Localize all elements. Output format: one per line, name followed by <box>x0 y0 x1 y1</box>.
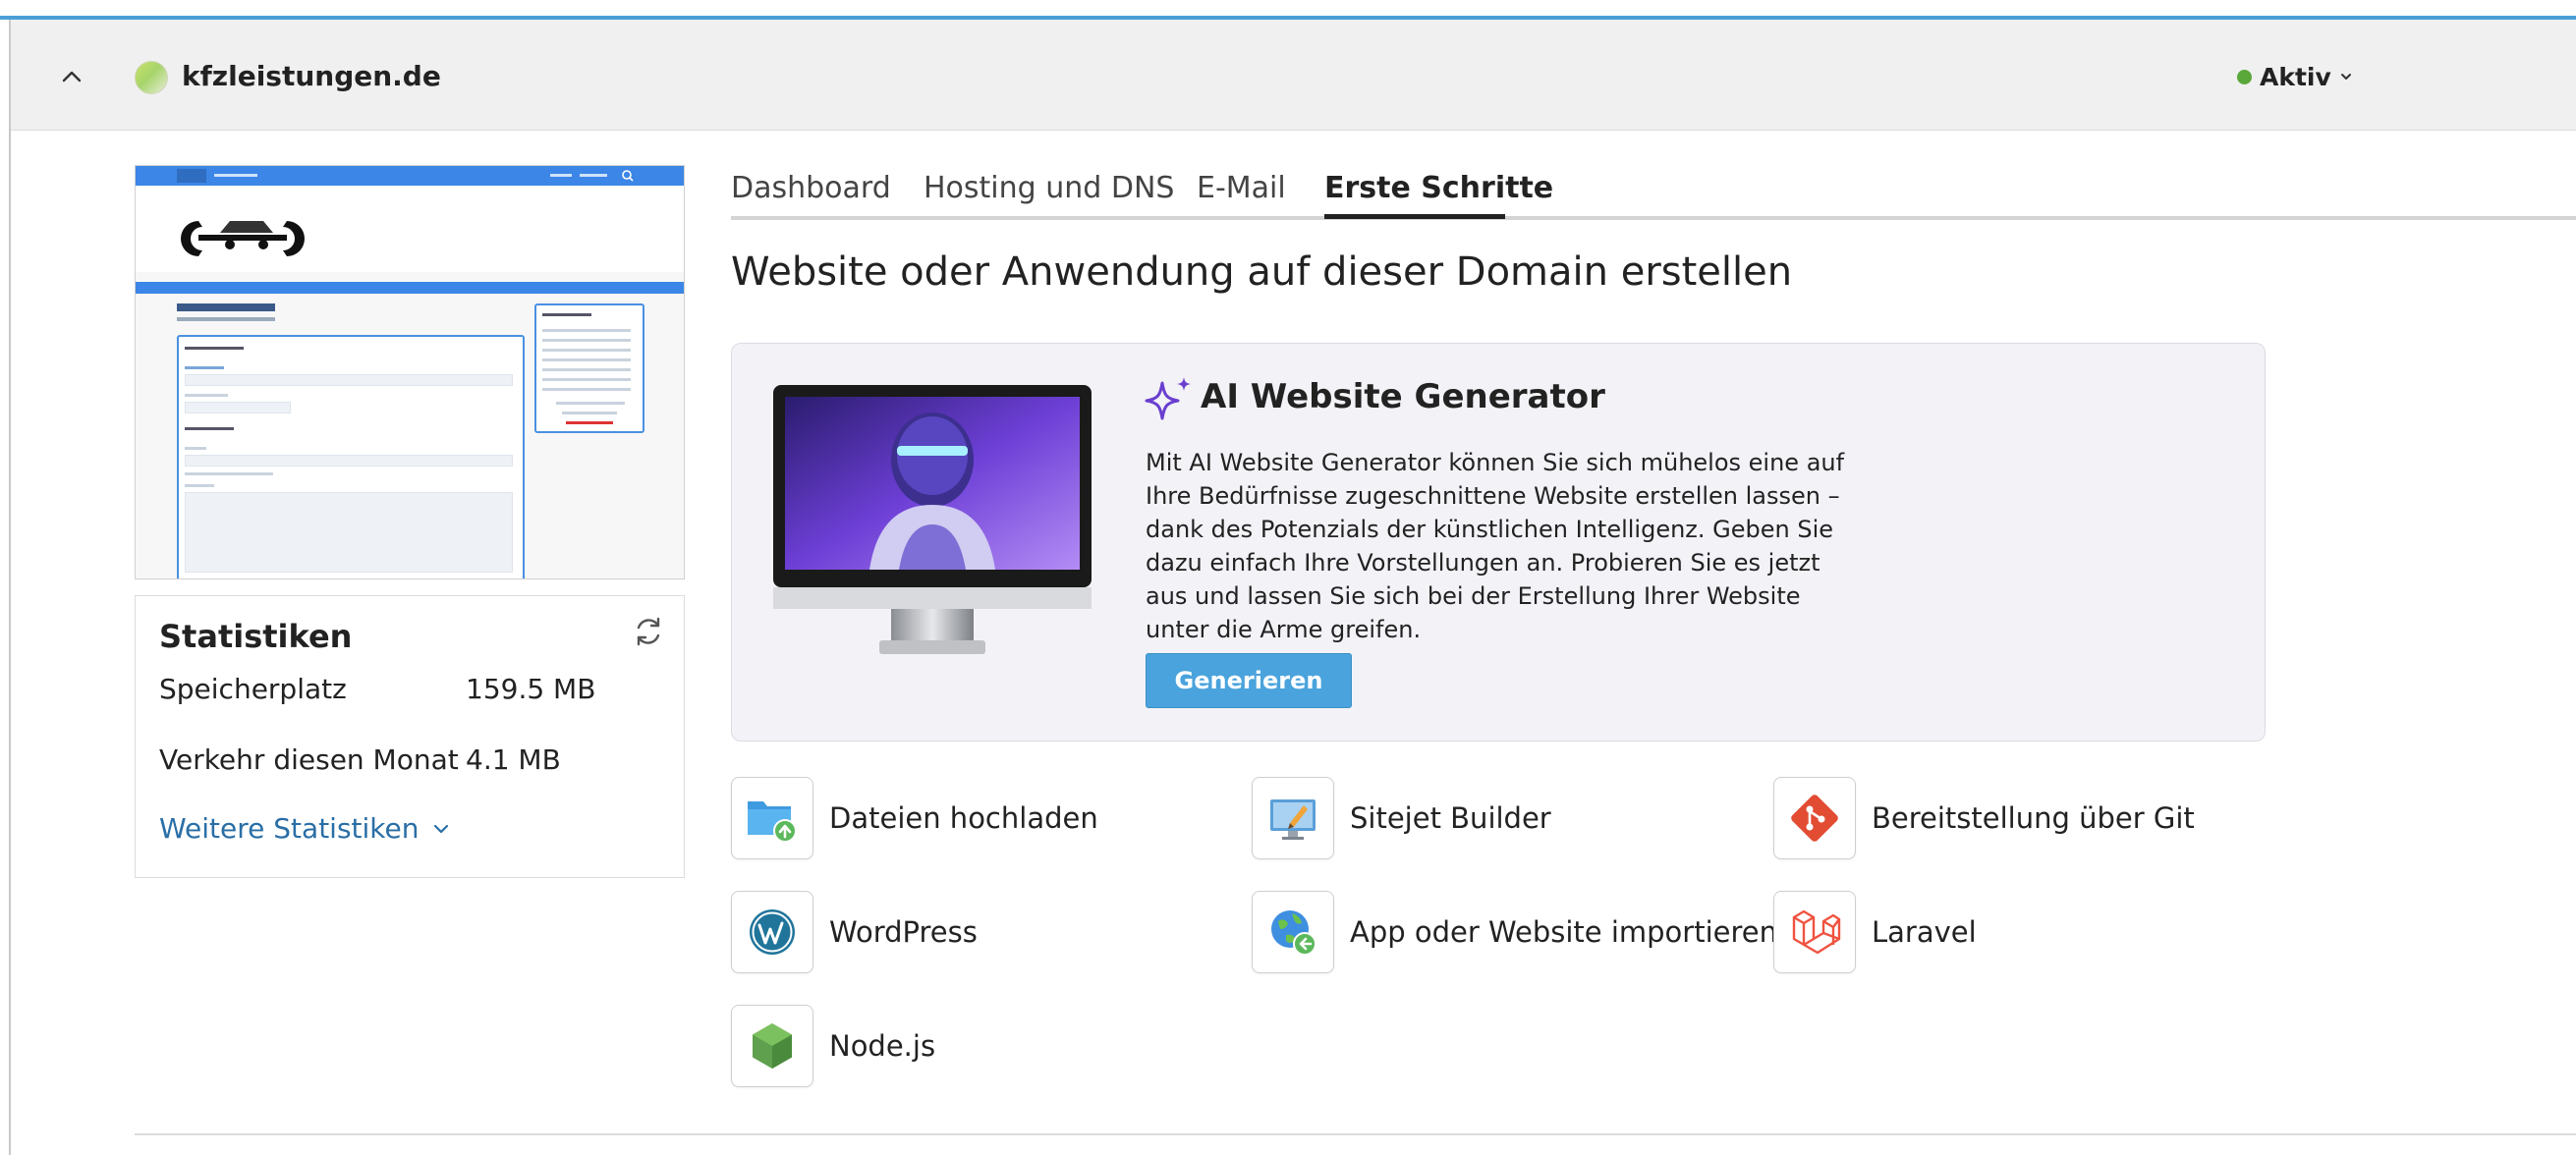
left-border <box>9 20 11 1155</box>
domain-favicon <box>135 61 168 94</box>
tab-email[interactable]: E-Mail <box>1197 171 1286 205</box>
action-laravel-label: Laravel <box>1872 915 1977 949</box>
section-title: Website oder Anwendung auf dieser Domain… <box>731 249 1793 295</box>
bottom-divider <box>135 1133 2576 1135</box>
action-laravel[interactable]: Laravel <box>1773 891 1977 973</box>
generate-button[interactable]: Generieren <box>1146 653 1352 708</box>
collapse-button[interactable] <box>50 55 93 98</box>
action-sitejet-builder-label: Sitejet Builder <box>1350 801 1551 835</box>
sparkle-icon <box>1145 377 1191 420</box>
stat-value-traffic: 4.1 MB <box>466 743 561 776</box>
action-nodejs[interactable]: Node.js <box>731 1005 935 1087</box>
statistics-card: Statistiken Speicherplatz 159.5 MB Verke… <box>135 595 685 878</box>
domain-header: kfzleistungen.de Aktiv <box>11 20 2576 131</box>
more-statistics-link[interactable]: Weitere Statistiken <box>159 812 450 845</box>
wrench-car-logo-icon <box>181 221 305 256</box>
action-nodejs-label: Node.js <box>829 1029 936 1063</box>
action-wordpress[interactable]: WordPress <box>731 891 978 973</box>
tab-hosting-dns[interactable]: Hosting und DNS <box>924 171 1174 205</box>
chevron-down-icon <box>2340 74 2351 80</box>
stat-value-storage: 159.5 MB <box>466 673 596 705</box>
ai-generator-description: Mit AI Website Generator können Sie sich… <box>1146 449 1845 643</box>
folder-upload-icon <box>748 801 797 843</box>
globe-import-icon <box>1271 910 1316 956</box>
refresh-icon[interactable] <box>631 614 666 649</box>
preview-navbar <box>136 166 684 186</box>
wordpress-icon <box>750 909 795 955</box>
chevron-down-icon <box>434 824 449 833</box>
preview-site-heading <box>177 303 275 311</box>
chevron-up-icon <box>62 71 82 82</box>
action-sitejet-builder[interactable]: Sitejet Builder <box>1252 777 1551 859</box>
laravel-icon <box>1792 909 1841 955</box>
preview-form <box>177 335 525 578</box>
stat-label-traffic: Verkehr diesen Monat <box>159 743 459 776</box>
active-tab-indicator <box>1324 214 1505 219</box>
status-label: Aktiv <box>2260 62 2331 91</box>
status-dot <box>2237 69 2252 84</box>
domain-name[interactable]: kfzleistungen.de <box>182 59 441 94</box>
status-dropdown[interactable]: Aktiv <box>2237 59 2353 94</box>
statistics-title: Statistiken <box>159 618 353 655</box>
nodejs-icon <box>753 1023 792 1069</box>
tab-dashboard[interactable]: Dashboard <box>731 171 891 205</box>
more-statistics-label: Weitere Statistiken <box>159 812 420 845</box>
action-import-app[interactable]: App oder Website importieren <box>1252 891 1777 973</box>
stat-label-storage: Speicherplatz <box>159 673 347 705</box>
website-preview-thumbnail[interactable] <box>135 165 685 579</box>
preview-opening-hours <box>534 303 644 433</box>
domain-tabs: Dashboard Hosting und DNS E-Mail Erste S… <box>731 163 2576 220</box>
preview-logo-area <box>136 186 684 272</box>
git-icon <box>1791 795 1838 842</box>
action-git-deploy-label: Bereitstellung über Git <box>1872 801 2195 835</box>
action-wordpress-label: WordPress <box>829 915 978 949</box>
action-upload-files-label: Dateien hochladen <box>829 801 1098 835</box>
action-git-deploy[interactable]: Bereitstellung über Git <box>1773 777 2195 859</box>
tab-erste-schritte[interactable]: Erste Schritte <box>1324 171 1553 205</box>
action-import-app-label: App oder Website importieren <box>1350 915 1777 949</box>
action-upload-files[interactable]: Dateien hochladen <box>731 777 1098 859</box>
ai-generator-title: AI Website Generator <box>1201 377 1605 416</box>
sitejet-builder-icon <box>1270 799 1316 840</box>
ai-robot-monitor-image <box>773 385 1092 654</box>
